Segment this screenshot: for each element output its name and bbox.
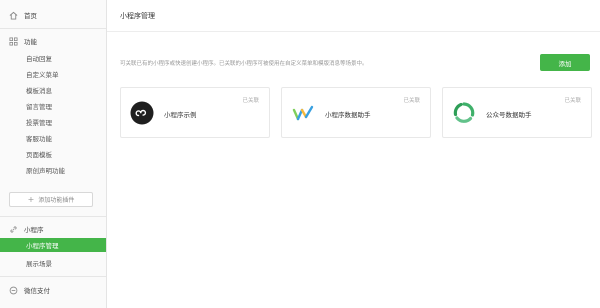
sidebar: 首页 功能 自动回复 自定义菜单 模板消息 留言管理 投票管理 客服功能 页面模… [0, 0, 107, 308]
status-badge: 已关联 [242, 98, 259, 104]
page-title: 小程序管理 [120, 12, 155, 20]
grid-icon [8, 36, 18, 46]
plus-icon: + [27, 195, 35, 204]
sidebar-item-label: 微信支付 [24, 287, 50, 295]
status-badge: 已关联 [564, 98, 581, 104]
sidebar-section-features[interactable]: 功能 [0, 34, 106, 48]
sidebar-item-auto-reply[interactable]: 自动回复 [0, 51, 106, 65]
miniprogram-card[interactable]: 小程序示例 已关联 [120, 87, 270, 138]
sidebar-item-template-message[interactable]: 模板消息 [0, 83, 106, 97]
sidebar-item-label: 展示场景 [26, 260, 52, 268]
sidebar-item-label: 客服功能 [26, 135, 52, 143]
official-account-data-logo-icon [452, 101, 476, 125]
sidebar-section-label: 功能 [24, 38, 37, 46]
add-button[interactable]: 添加 [540, 54, 590, 71]
divider [0, 28, 106, 29]
sidebar-item-label: 页面模板 [26, 151, 52, 159]
sidebar-item-customer-service[interactable]: 客服功能 [0, 131, 106, 145]
sidebar-item-miniprogram-management[interactable]: 小程序管理 [0, 238, 106, 252]
divider [107, 31, 600, 32]
add-plugin-button[interactable]: + 添加功能插件 [9, 192, 93, 207]
miniprogram-logo-icon [130, 101, 154, 125]
miniprogram-card[interactable]: 小程序数据助手 已关联 [281, 87, 431, 138]
page-description: 可关联已有的小程序或快速创建小程序。已关联的小程序可被使用在自定义菜单和模版消息… [120, 61, 368, 67]
sidebar-item-vote-management[interactable]: 投票管理 [0, 115, 106, 129]
sidebar-item-home[interactable]: 首页 [0, 8, 106, 22]
wallet-icon [8, 285, 18, 295]
miniprogram-card[interactable]: 公众号数据助手 已关联 [442, 87, 592, 138]
main-panel: 小程序管理 可关联已有的小程序或快速创建小程序。已关联的小程序可被使用在自定义菜… [107, 0, 600, 308]
sidebar-item-comment-management[interactable]: 留言管理 [0, 99, 106, 113]
sidebar-item-label: 模板消息 [26, 87, 52, 95]
sidebar-item-wechat-pay[interactable]: 微信支付 [0, 283, 106, 297]
sidebar-item-label: 留言管理 [26, 103, 52, 111]
sidebar-item-label: 小程序管理 [26, 242, 59, 250]
home-icon [8, 10, 18, 20]
card-title: 小程序示例 [164, 111, 197, 119]
add-plugin-label: 添加功能插件 [38, 197, 75, 204]
sidebar-item-label: 投票管理 [26, 119, 52, 127]
link-icon [8, 224, 18, 234]
card-title: 小程序数据助手 [325, 111, 371, 119]
sidebar-item-label: 首页 [24, 12, 37, 20]
sidebar-item-original-declaration[interactable]: 原创声明功能 [0, 163, 106, 177]
sidebar-section-label: 小程序 [24, 226, 44, 234]
sidebar-item-label: 自动回复 [26, 55, 52, 63]
sidebar-item-custom-menu[interactable]: 自定义菜单 [0, 67, 106, 81]
status-badge: 已关联 [403, 98, 420, 104]
data-assistant-logo-icon [291, 101, 315, 125]
divider [0, 216, 106, 217]
divider [0, 276, 106, 277]
sidebar-item-page-template[interactable]: 页面模板 [0, 147, 106, 161]
app-window: 首页 功能 自动回复 自定义菜单 模板消息 留言管理 投票管理 客服功能 页面模… [0, 0, 600, 308]
sidebar-item-label: 原创声明功能 [26, 167, 65, 175]
sidebar-item-label: 自定义菜单 [26, 71, 59, 79]
card-title: 公众号数据助手 [486, 111, 532, 119]
sidebar-item-display-scene[interactable]: 展示场景 [0, 256, 106, 270]
sidebar-section-miniprogram[interactable]: 小程序 [0, 222, 106, 236]
